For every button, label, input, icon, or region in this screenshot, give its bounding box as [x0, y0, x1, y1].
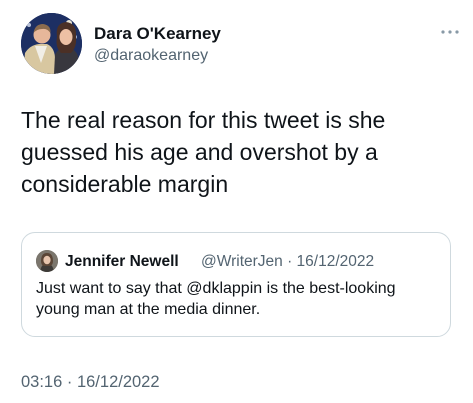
quoted-author-display-name: Jennifer Newell — [65, 253, 179, 270]
more-options-button[interactable] — [439, 25, 461, 39]
avatar-photo-icon — [21, 13, 82, 74]
tweet-text: The real reason for this tweet is she gu… — [21, 107, 386, 197]
avatar-photo-icon — [36, 250, 58, 272]
quoted-tweet-text: Just want to say that @dklappin is the b… — [36, 280, 396, 318]
author-handle[interactable]: @daraokearney — [94, 45, 221, 67]
quoted-tweet[interactable]: Jennifer Newell @WriterJen · 16/12/2022 … — [21, 232, 451, 337]
author-display-name[interactable]: Dara O'Kearney — [94, 23, 221, 45]
more-horizontal-icon — [441, 30, 459, 34]
author-avatar[interactable] — [21, 13, 82, 74]
quoted-author-handle-date: @WriterJen · 16/12/2022 — [201, 253, 375, 270]
quoted-author-avatar — [36, 250, 58, 272]
tweet-header: Dara O'Kearney @daraokearney — [21, 13, 461, 79]
author-names: Dara O'Kearney @daraokearney — [94, 23, 221, 67]
tweet-timestamp[interactable]: 03:16 · 16/12/2022 — [21, 372, 160, 392]
tweet-card: Dara O'Kearney @daraokearney The real re… — [0, 0, 473, 403]
